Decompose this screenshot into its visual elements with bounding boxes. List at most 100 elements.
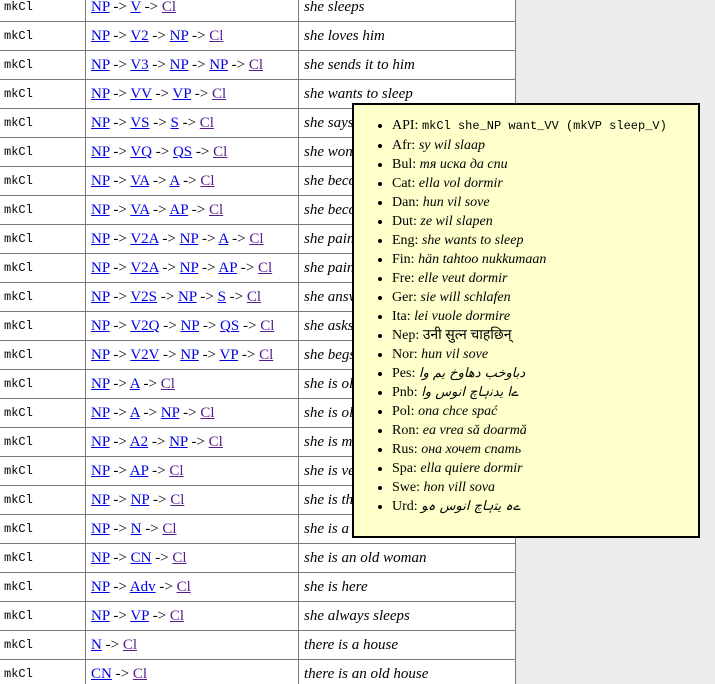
type-link-Cl[interactable]: Cl [259, 347, 273, 363]
type-link-Cl[interactable]: Cl [209, 434, 223, 450]
type-link-A[interactable]: A [218, 231, 228, 247]
type-link-CN[interactable]: CN [131, 550, 152, 566]
type-link-Cl[interactable]: Cl [249, 57, 263, 73]
type-link-VA[interactable]: VA [130, 173, 149, 189]
type-link-NP[interactable]: NP [91, 492, 110, 508]
type-link-Cl[interactable]: Cl [133, 666, 147, 682]
type-link-Cl[interactable]: Cl [200, 173, 214, 189]
type-link-A[interactable]: A [169, 173, 179, 189]
type-link-V2S[interactable]: V2S [130, 289, 157, 305]
type-link-Adv[interactable]: Adv [130, 579, 156, 595]
type-link-Cl[interactable]: Cl [172, 550, 186, 566]
type-link-Cl[interactable]: Cl [260, 318, 274, 334]
type-link-NP[interactable]: NP [91, 405, 110, 421]
type-link-V2A[interactable]: V2A [130, 231, 158, 247]
type-link-NP[interactable]: NP [180, 347, 199, 363]
type-link-Cl[interactable]: Cl [170, 492, 184, 508]
type-link-NP[interactable]: NP [161, 405, 180, 421]
type-link-VA[interactable]: VA [130, 202, 149, 218]
type-link-VP[interactable]: VP [172, 86, 191, 102]
type-link-Cl[interactable]: Cl [177, 579, 191, 595]
type-link-A[interactable]: A [130, 376, 140, 392]
type-link-NP[interactable]: NP [209, 57, 228, 73]
type-link-N[interactable]: N [131, 521, 142, 537]
type-link-AP[interactable]: AP [169, 202, 188, 218]
function-name-cell: mkCl [0, 515, 86, 544]
type-link-QS[interactable]: QS [173, 144, 192, 160]
type-link-A2[interactable]: A2 [130, 434, 148, 450]
type-link-V3[interactable]: V3 [130, 57, 148, 73]
type-link-NP[interactable]: NP [91, 434, 110, 450]
type-link-Cl[interactable]: Cl [200, 115, 214, 131]
example-cell[interactable]: she sleeps [299, 0, 516, 22]
type-link-Cl[interactable]: Cl [212, 86, 226, 102]
type-link-AP[interactable]: AP [218, 260, 237, 276]
type-link-Cl[interactable]: Cl [247, 289, 261, 305]
type-link-Cl[interactable]: Cl [200, 405, 214, 421]
example-cell[interactable]: she loves him [299, 22, 516, 51]
type-link-VS[interactable]: VS [130, 115, 149, 131]
type-link-N[interactable]: N [91, 637, 102, 653]
type-link-V2Q[interactable]: V2Q [130, 318, 159, 334]
type-link-Cl[interactable]: Cl [161, 376, 175, 392]
type-link-V2[interactable]: V2 [130, 28, 148, 44]
arrow-separator: -> [197, 289, 218, 305]
type-link-NP[interactable]: NP [178, 289, 197, 305]
type-link-VP[interactable]: VP [130, 608, 149, 624]
type-link-NP[interactable]: NP [170, 57, 189, 73]
type-link-V2A[interactable]: V2A [130, 260, 158, 276]
type-link-Cl[interactable]: Cl [169, 463, 183, 479]
type-link-NP[interactable]: NP [131, 492, 150, 508]
type-link-NP[interactable]: NP [91, 28, 110, 44]
type-link-VV[interactable]: VV [130, 86, 151, 102]
type-link-Cl[interactable]: Cl [209, 28, 223, 44]
type-link-NP[interactable]: NP [91, 463, 110, 479]
type-link-S[interactable]: S [170, 115, 178, 131]
type-link-NP[interactable]: NP [180, 318, 199, 334]
type-link-Cl[interactable]: Cl [249, 231, 263, 247]
type-link-NP[interactable]: NP [180, 231, 199, 247]
type-link-Cl[interactable]: Cl [162, 521, 176, 537]
type-link-NP[interactable]: NP [91, 115, 110, 131]
type-link-VP[interactable]: VP [220, 347, 239, 363]
example-cell[interactable]: there is an old house [299, 660, 516, 684]
type-link-NP[interactable]: NP [91, 550, 110, 566]
type-link-A[interactable]: A [130, 405, 140, 421]
type-link-NP[interactable]: NP [91, 579, 110, 595]
type-link-NP[interactable]: NP [91, 260, 110, 276]
type-link-NP[interactable]: NP [91, 0, 110, 15]
type-link-NP[interactable]: NP [91, 144, 110, 160]
type-link-Cl[interactable]: Cl [123, 637, 137, 653]
type-link-Cl[interactable]: Cl [258, 260, 272, 276]
type-link-V2V[interactable]: V2V [130, 347, 159, 363]
example-cell[interactable]: she is here [299, 573, 516, 602]
type-link-Cl[interactable]: Cl [162, 0, 176, 15]
example-cell[interactable]: she is an old woman [299, 544, 516, 573]
type-link-NP[interactable]: NP [91, 521, 110, 537]
type-link-CN[interactable]: CN [91, 666, 112, 682]
type-link-NP[interactable]: NP [180, 260, 199, 276]
type-link-Cl[interactable]: Cl [209, 202, 223, 218]
example-cell[interactable]: she sends it to him [299, 51, 516, 80]
type-link-NP[interactable]: NP [91, 173, 110, 189]
type-link-Cl[interactable]: Cl [170, 608, 184, 624]
type-link-Cl[interactable]: Cl [213, 144, 227, 160]
type-link-NP[interactable]: NP [91, 202, 110, 218]
type-link-NP[interactable]: NP [169, 434, 188, 450]
type-link-VQ[interactable]: VQ [130, 144, 152, 160]
type-link-QS[interactable]: QS [220, 318, 239, 334]
type-link-NP[interactable]: NP [91, 318, 110, 334]
type-link-AP[interactable]: AP [130, 463, 149, 479]
type-link-NP[interactable]: NP [91, 86, 110, 102]
example-cell[interactable]: there is a house [299, 631, 516, 660]
type-link-NP[interactable]: NP [91, 231, 110, 247]
type-link-NP[interactable]: NP [91, 289, 110, 305]
type-link-NP[interactable]: NP [91, 347, 110, 363]
example-cell[interactable]: she always sleeps [299, 602, 516, 631]
type-link-V[interactable]: V [130, 0, 141, 15]
type-link-S[interactable]: S [218, 289, 226, 305]
type-link-NP[interactable]: NP [91, 608, 110, 624]
type-link-NP[interactable]: NP [91, 57, 110, 73]
type-link-NP[interactable]: NP [170, 28, 189, 44]
type-link-NP[interactable]: NP [91, 376, 110, 392]
